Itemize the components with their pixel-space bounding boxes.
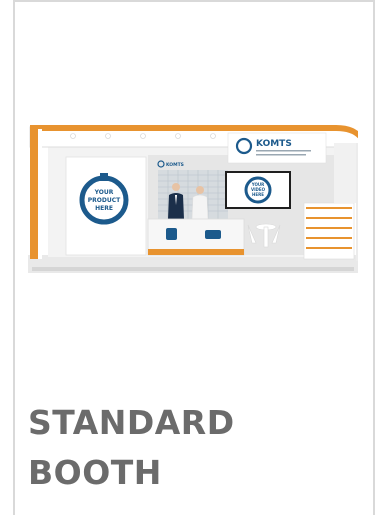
counter-chat-icon bbox=[205, 230, 221, 239]
right-shelf bbox=[303, 202, 355, 260]
booth-title-line2: BOOTH bbox=[28, 453, 162, 492]
product-placeholder-line3: HERE bbox=[95, 205, 113, 212]
video-placeholder-line3: HERE bbox=[252, 192, 264, 197]
booth-image[interactable]: KOMTS YOUR PRODUCT HERE KOMTS YOUR VIDEO… bbox=[18, 115, 364, 280]
booth-title-line1: STANDARD bbox=[28, 403, 235, 442]
booth-left-pillar bbox=[30, 129, 38, 259]
product-placeholder-line1: YOUR bbox=[94, 189, 114, 196]
booth-title[interactable]: STANDARD BOOTH bbox=[28, 398, 348, 498]
counter-phone-icon bbox=[166, 228, 177, 240]
brand-name-header: KOMTS bbox=[256, 139, 292, 149]
product-placeholder-line2: PRODUCT bbox=[88, 197, 121, 204]
brand-name-wall: KOMTS bbox=[166, 162, 184, 168]
